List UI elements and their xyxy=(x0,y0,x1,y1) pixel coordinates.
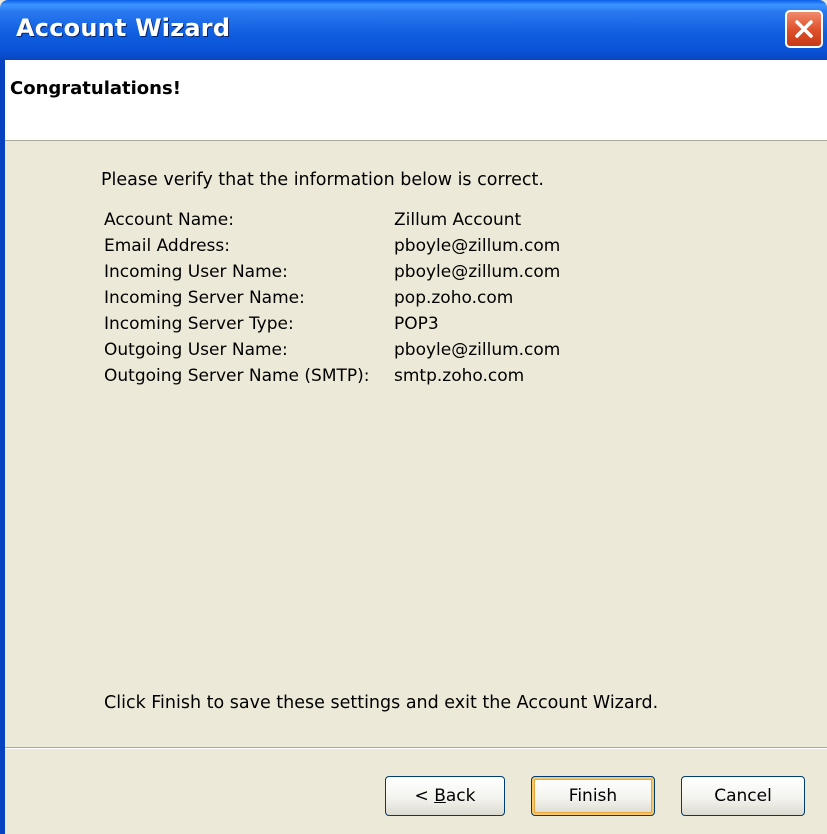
intro-text: Please verify that the information below… xyxy=(101,170,544,190)
back-button-prefix: < xyxy=(414,786,435,806)
account-wizard-window: Account Wizard Congratulations! Please v… xyxy=(0,0,827,834)
wizard-header: Congratulations! xyxy=(5,60,827,141)
finish-button[interactable]: Finish xyxy=(531,776,655,816)
info-label: Account Name: xyxy=(104,210,234,230)
info-label: Outgoing Server Name (SMTP): xyxy=(104,366,370,386)
page-title: Congratulations! xyxy=(10,78,181,99)
info-row-email-address: Email Address: pboyle@zillum.com xyxy=(104,236,664,262)
info-row-account-name: Account Name: Zillum Account xyxy=(104,210,664,236)
back-button-label: ack xyxy=(445,786,476,806)
info-row-outgoing-user-name: Outgoing User Name: pboyle@zillum.com xyxy=(104,340,664,366)
info-label: Outgoing User Name: xyxy=(104,340,288,360)
account-info-list: Account Name: Zillum Account Email Addre… xyxy=(104,210,664,392)
info-value: POP3 xyxy=(394,314,439,334)
info-row-outgoing-server-name: Outgoing Server Name (SMTP): smtp.zoho.c… xyxy=(104,366,664,392)
info-value: pboyle@zillum.com xyxy=(394,340,561,360)
info-value: Zillum Account xyxy=(394,210,522,230)
info-label: Incoming User Name: xyxy=(104,262,288,282)
info-row-incoming-server-type: Incoming Server Type: POP3 xyxy=(104,314,664,340)
close-button[interactable] xyxy=(785,10,823,48)
cancel-button-label: Cancel xyxy=(714,786,772,806)
divider xyxy=(5,747,827,749)
info-row-incoming-server-name: Incoming Server Name: pop.zoho.com xyxy=(104,288,664,314)
finish-instruction-text: Click Finish to save these settings and … xyxy=(104,693,659,713)
info-row-incoming-user-name: Incoming User Name: pboyle@zillum.com xyxy=(104,262,664,288)
title-bar[interactable]: Account Wizard xyxy=(0,0,827,60)
window-left-frame xyxy=(0,60,5,834)
cancel-button[interactable]: Cancel xyxy=(681,776,805,816)
info-label: Incoming Server Type: xyxy=(104,314,294,334)
finish-button-label: Finish xyxy=(568,786,618,806)
info-value: pop.zoho.com xyxy=(394,288,514,308)
info-value: pboyle@zillum.com xyxy=(394,236,561,256)
window-title: Account Wizard xyxy=(16,14,231,42)
info-label: Email Address: xyxy=(104,236,230,256)
close-icon xyxy=(795,20,813,38)
back-button-mnemonic: B xyxy=(434,786,446,806)
info-label: Incoming Server Name: xyxy=(104,288,305,308)
info-value: smtp.zoho.com xyxy=(394,366,525,386)
back-button[interactable]: < Back xyxy=(385,776,505,816)
info-value: pboyle@zillum.com xyxy=(394,262,561,282)
